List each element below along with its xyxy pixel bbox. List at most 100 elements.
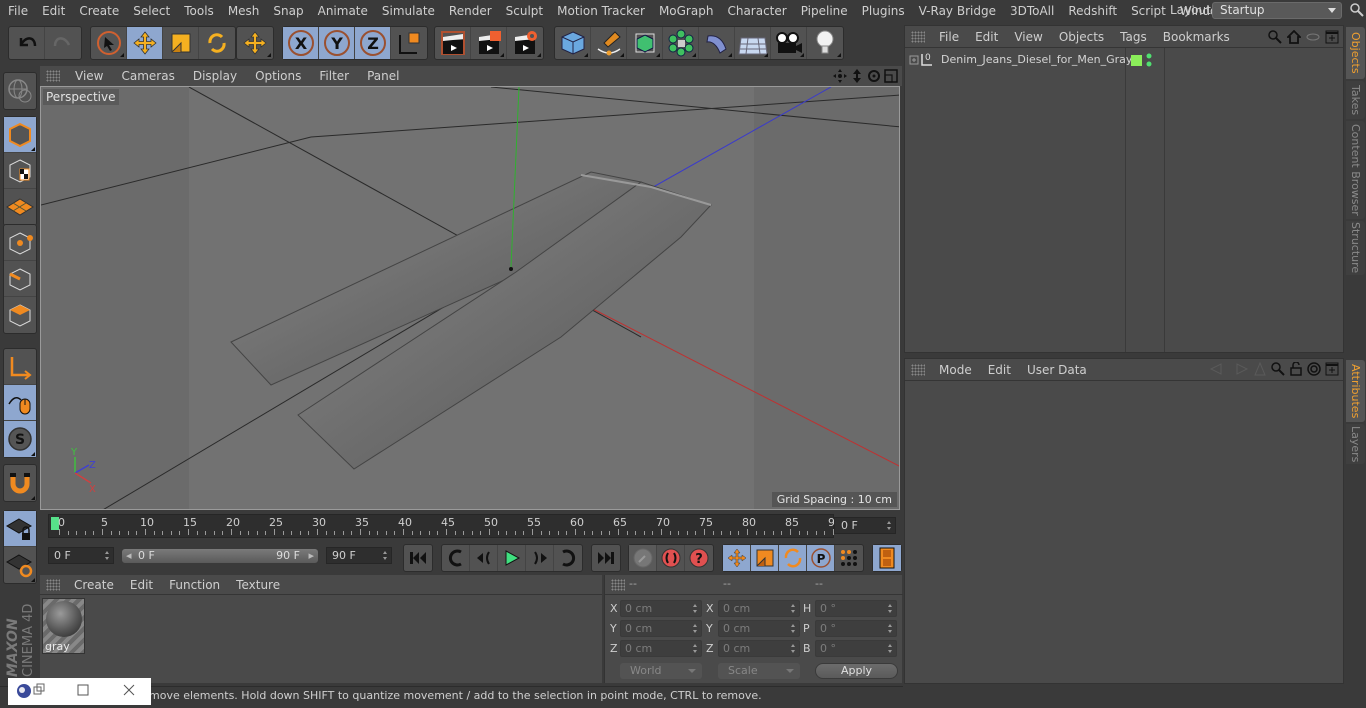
size-z-field[interactable]: 0 cm (718, 640, 800, 657)
object-menu-tags[interactable]: Tags (1112, 30, 1155, 44)
texture-mode-button[interactable] (4, 153, 36, 189)
workplane-mode-button[interactable] (4, 189, 36, 225)
align-workplane-button[interactable] (4, 547, 36, 583)
menu-edit[interactable]: Edit (35, 4, 72, 18)
tweak-mode-button[interactable] (4, 385, 36, 421)
position-track-button[interactable] (723, 545, 751, 571)
lock-workplane-button[interactable] (4, 511, 36, 547)
scale-track-button[interactable] (751, 545, 779, 571)
menu-render[interactable]: Render (442, 4, 499, 18)
camera-button[interactable] (771, 27, 807, 59)
frame-range-slider[interactable]: ◂ 0 F 90 F ▸ (121, 548, 319, 564)
menu-sculpt[interactable]: Sculpt (499, 4, 550, 18)
object-menu-edit[interactable]: Edit (967, 30, 1006, 44)
scale-tool-button[interactable] (163, 27, 199, 59)
visibility-dots-icon[interactable] (1145, 52, 1153, 68)
spinner-icon[interactable] (791, 644, 796, 653)
search-icon[interactable] (1271, 362, 1285, 376)
key-selection-button[interactable] (629, 545, 657, 571)
tab-attributes[interactable]: Attributes (1346, 360, 1365, 422)
size-x-field[interactable]: 0 cm (718, 600, 800, 617)
edges-mode-button[interactable] (4, 261, 36, 297)
pan-icon[interactable] (833, 69, 847, 83)
pos-z-field[interactable]: 0 cm (620, 640, 702, 657)
menu-tools[interactable]: Tools (177, 4, 221, 18)
menu-simulate[interactable]: Simulate (375, 4, 442, 18)
rot-h-field[interactable]: 0 ° (815, 600, 897, 617)
axis-mode-button[interactable] (4, 349, 36, 385)
x-axis-lock-button[interactable]: X (283, 27, 319, 59)
attribute-menu-mode[interactable]: Mode (931, 363, 980, 377)
deformer-button[interactable] (699, 27, 735, 59)
record-button[interactable] (657, 545, 685, 571)
render-picture-viewer-button[interactable] (471, 27, 507, 59)
menu-vray-bridge[interactable]: V-Ray Bridge (912, 4, 1003, 18)
start-frame-field[interactable]: 0 F (48, 547, 114, 564)
menu-select[interactable]: Select (126, 4, 177, 18)
layout-dropdown[interactable]: Startup (1212, 2, 1342, 19)
lock-icon[interactable] (1289, 362, 1303, 376)
visibility-tag[interactable] (1131, 55, 1142, 66)
coordinate-space-dropdown[interactable]: World (620, 663, 702, 679)
viewport-menu-cameras[interactable]: Cameras (112, 69, 183, 83)
spinner-icon[interactable] (887, 521, 892, 530)
spinner-icon[interactable] (383, 551, 388, 560)
snap-button[interactable] (4, 465, 36, 501)
autokey-button[interactable]: ? (685, 545, 713, 571)
object-menu-bookmarks[interactable]: Bookmarks (1155, 30, 1238, 44)
tab-layers[interactable]: Layers (1346, 424, 1365, 464)
previous-frame-button[interactable] (470, 545, 498, 571)
3d-viewport[interactable]: Y Z X Perspective Grid Spacing : 10 cm (40, 86, 900, 510)
size-y-field[interactable]: 0 cm (718, 620, 800, 637)
rot-b-field[interactable]: 0 ° (815, 640, 897, 657)
apply-button[interactable]: Apply (815, 663, 898, 679)
menu-3dtoall[interactable]: 3DToAll (1003, 4, 1061, 18)
viewport-menu-options[interactable]: Options (246, 69, 310, 83)
viewport-menu-panel[interactable]: Panel (358, 69, 408, 83)
floor-button[interactable] (735, 27, 771, 59)
material-menu-create[interactable]: Create (66, 578, 122, 592)
tab-structure[interactable]: Structure (1346, 221, 1365, 275)
menu-mograph[interactable]: MoGraph (652, 4, 721, 18)
orbit-icon[interactable] (867, 69, 881, 83)
spinner-icon[interactable] (791, 624, 796, 633)
menu-motion-tracker[interactable]: Motion Tracker (550, 4, 652, 18)
material-menu-texture[interactable]: Texture (228, 578, 288, 592)
size-mode-dropdown[interactable]: Scale (718, 663, 800, 679)
tab-objects[interactable]: Objects (1346, 27, 1365, 79)
spinner-icon[interactable] (791, 604, 796, 613)
ellipse-icon[interactable] (1306, 30, 1320, 44)
home-icon[interactable] (1287, 30, 1301, 44)
previous-key-button[interactable] (442, 545, 470, 571)
attribute-menu-user-data[interactable]: User Data (1019, 363, 1095, 377)
live-selection-button[interactable] (91, 27, 127, 59)
menu-create[interactable]: Create (72, 4, 126, 18)
z-axis-lock-button[interactable]: Z (355, 27, 391, 59)
range-right-arrow-icon[interactable]: ▸ (308, 549, 314, 563)
material-item[interactable]: gray (42, 598, 85, 654)
target-icon[interactable] (1307, 362, 1321, 376)
go-to-end-button[interactable] (592, 545, 620, 571)
grip-handle[interactable] (911, 30, 925, 43)
next-frame-button[interactable] (526, 545, 554, 571)
next-key-button[interactable] (554, 545, 582, 571)
spinner-icon[interactable] (888, 604, 893, 613)
undo-button[interactable] (9, 27, 45, 59)
spinner-icon[interactable] (888, 644, 893, 653)
range-left-arrow-icon[interactable]: ◂ (126, 549, 132, 563)
menu-script[interactable]: Script (1124, 4, 1173, 18)
render-settings-button[interactable] (507, 27, 543, 59)
tab-takes[interactable]: Takes (1346, 81, 1365, 119)
object-menu-file[interactable]: File (931, 30, 967, 44)
new-panel-icon[interactable] (1325, 30, 1339, 44)
object-row[interactable]: 0 Denim_Jeans_Diesel_for_Men_Gray (905, 50, 1343, 70)
menu-mesh[interactable]: Mesh (221, 4, 267, 18)
pen-spline-button[interactable] (591, 27, 627, 59)
last-tool-button[interactable] (237, 27, 273, 59)
parameter-track-button[interactable]: P (807, 545, 835, 571)
menu-animate[interactable]: Animate (311, 4, 375, 18)
menu-snap[interactable]: Snap (266, 4, 310, 18)
y-axis-lock-button[interactable]: Y (319, 27, 355, 59)
search-icon[interactable] (1268, 30, 1282, 44)
grip-handle[interactable] (911, 363, 925, 376)
